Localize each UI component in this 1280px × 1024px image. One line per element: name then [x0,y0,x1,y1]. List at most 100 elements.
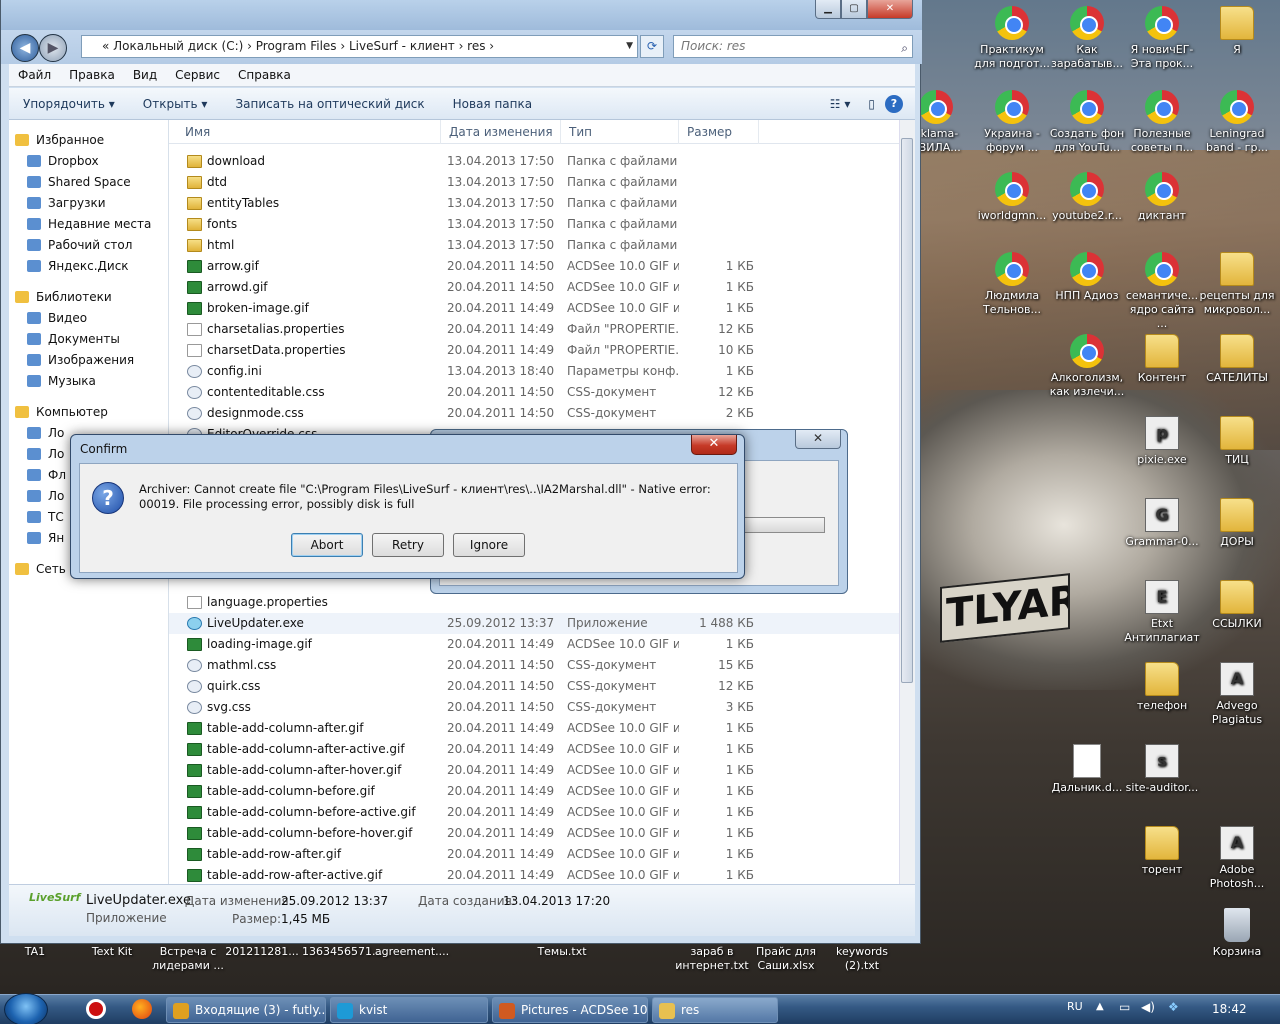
menu-help[interactable]: Справка [229,68,300,82]
scrollbar-thumb[interactable] [901,138,913,683]
desktop-icon-label[interactable]: 1363456571... [302,945,382,959]
nav-item[interactable]: Shared Space [27,172,131,192]
start-button[interactable] [4,993,48,1024]
file-row[interactable]: table-add-column-before-hover.gif 20.04.2… [169,823,899,844]
desktop-icon[interactable]: Leningrad band - гр... [1199,90,1275,155]
ignore-button[interactable]: Ignore [453,533,525,557]
abort-button[interactable]: Abort [291,533,363,557]
desktop-icon[interactable]: рецепты для микровол... [1199,252,1275,317]
menu-edit[interactable]: Правка [60,68,124,82]
desktop-icon[interactable]: A Advego Plagiatus [1199,662,1275,727]
desktop-icon-label[interactable]: TA1 [0,945,73,959]
network-icon[interactable]: ▭ [1119,1000,1130,1014]
refresh-icon[interactable]: ⟳ [640,35,664,58]
desktop-icon[interactable]: Украина - форум ... [974,90,1050,155]
desktop-icon[interactable]: САТЕЛИТЫ [1199,334,1275,385]
desktop-icon[interactable]: ТИЦ [1199,416,1275,467]
file-row[interactable]: designmode.css 20.04.2011 14:50 CSS-докуме… [169,403,899,424]
nav-item[interactable]: Dropbox [27,151,99,171]
nav-item[interactable]: Сеть [15,559,66,579]
nav-item[interactable]: Загрузки [27,193,106,213]
firefox-icon[interactable] [132,999,152,1019]
language-indicator[interactable]: RU [1067,1000,1083,1013]
menu-file[interactable]: Файл [9,68,60,82]
nav-item[interactable]: Фл [27,465,66,485]
column-type[interactable]: Тип [561,120,679,144]
dropbox-tray-icon[interactable]: ❖ [1168,1000,1179,1014]
file-row[interactable]: charsetData.properties 20.04.2011 14:49 Фа… [169,340,899,361]
nav-item[interactable]: Ло [27,444,64,464]
file-row[interactable]: table-add-column-after-hover.gif 20.04.20… [169,760,899,781]
file-row[interactable]: table-add-row-after-active.gif 20.04.2011… [169,865,899,884]
back-button[interactable]: ◀ [11,34,39,62]
volume-icon[interactable]: ◀) [1141,1000,1155,1014]
desktop-icon[interactable]: ДОРЫ [1199,498,1275,549]
menu-view[interactable]: Вид [124,68,166,82]
desktop-icon[interactable]: торент [1124,826,1200,877]
file-row[interactable]: LiveUpdater.exe 25.09.2012 13:37 Приложени… [169,613,899,634]
desktop-icon[interactable]: Дальник.d... [1049,744,1125,795]
desktop-icon[interactable]: диктант [1124,172,1200,223]
column-name[interactable]: Имя [177,120,441,144]
desktop-icon[interactable]: Полезные советы п... [1124,90,1200,155]
file-row[interactable]: table-add-column-before-active.gif 20.04.… [169,802,899,823]
desktop-icon[interactable]: Как зарабатыв... [1049,6,1125,71]
opera-icon[interactable] [86,999,106,1019]
column-size[interactable]: Размер [679,120,759,144]
desktop-icon-label[interactable]: agreement.... [374,945,450,959]
minimize-button[interactable]: ▁ [815,0,841,19]
forward-button[interactable]: ▶ [39,34,67,62]
help-icon[interactable]: ? [885,94,903,113]
desktop-icon[interactable]: Практикум для подгот... [974,6,1050,71]
file-row[interactable]: charsetalias.properties 20.04.2011 14:49 Ф… [169,319,899,340]
file-row[interactable]: download 13.04.2013 17:50 Папка с файлами [169,151,899,172]
desktop-icon-label[interactable]: Встреча с лидерами ... [150,945,226,973]
file-row[interactable]: config.ini 13.04.2013 18:40 Параметры конф… [169,361,899,382]
view-options-icon[interactable]: ☷ ▾ [822,97,859,111]
close-button[interactable]: ✕ [867,0,913,19]
desktop-icon[interactable]: ССЫЛКИ [1199,580,1275,631]
open-button[interactable]: Открыть ▾ [129,97,222,111]
file-row[interactable]: contenteditable.css 20.04.2011 14:50 CSS-д… [169,382,899,403]
file-row[interactable]: quirk.css 20.04.2011 14:50 CSS-документ 12 … [169,676,899,697]
progress-close-button[interactable]: ✕ [795,430,841,449]
file-row[interactable]: table-add-column-before.gif 20.04.2011 14… [169,781,899,802]
clock[interactable]: 18:42 [1212,1002,1247,1016]
file-row[interactable]: fonts 13.04.2013 17:50 Папка с файлами [169,214,899,235]
file-row[interactable]: dtd 13.04.2013 17:50 Папка с файлами [169,172,899,193]
address-dropdown-icon[interactable]: ▼ [626,36,633,57]
desktop-icon[interactable]: A Adobe Photosh... [1199,826,1275,891]
file-row[interactable]: arrow.gif 20.04.2011 14:50 ACDSee 10.0 GIF… [169,256,899,277]
desktop-icon[interactable]: iworldgmn... [974,172,1050,223]
nav-item[interactable]: Рабочий стол [27,235,132,255]
desktop-icon[interactable]: Корзина [1199,908,1275,959]
retry-button[interactable]: Retry [372,533,444,557]
search-icon[interactable]: ⌕ [901,38,908,59]
taskbar-item[interactable]: Pictures - ACDSee 10... [492,997,648,1023]
new-folder-button[interactable]: Новая папка [439,97,546,111]
desktop-icon[interactable]: семантиче... ядро сайта ... [1124,252,1200,331]
desktop-icon[interactable]: Людмила Тельнов... [974,252,1050,317]
desktop-icon[interactable]: Я [1199,6,1275,57]
taskbar-item[interactable]: kvist [330,997,488,1023]
desktop-icon[interactable]: G Grammar-0... [1124,498,1200,549]
taskbar-item[interactable]: res [652,997,778,1023]
desktop-icon[interactable]: E Etxt Антиплагиат [1124,580,1200,645]
desktop-icon-label[interactable]: Темы.txt [524,945,600,959]
file-row[interactable]: mathml.css 20.04.2011 14:50 CSS-документ 15… [169,655,899,676]
address-bar[interactable]: « Локальный диск (C:) › Program Files › … [81,35,638,58]
organize-button[interactable]: Упорядочить ▾ [9,97,129,111]
preview-pane-icon[interactable]: ▯ [858,97,885,111]
desktop-icon[interactable]: Контент [1124,334,1200,385]
file-row[interactable]: loading-image.gif 20.04.2011 14:49 ACDSee … [169,634,899,655]
file-row[interactable]: language.properties [169,592,899,613]
desktop-icon[interactable]: Я новичЕГ- Эта прок... [1124,6,1200,71]
desktop-icon[interactable]: p pixie.exe [1124,416,1200,467]
file-row[interactable]: table-add-row-after.gif 20.04.2011 14:49 A… [169,844,899,865]
taskbar-item[interactable]: Входящие (3) - futly... [166,997,326,1023]
desktop-icon-label[interactable]: 201211281... [224,945,300,959]
menu-tools[interactable]: Сервис [166,68,229,82]
maximize-button[interactable]: ▢ [841,0,867,19]
desktop-icon[interactable]: НПП Адиоз [1049,252,1125,303]
desktop-icon[interactable]: телефон [1124,662,1200,713]
